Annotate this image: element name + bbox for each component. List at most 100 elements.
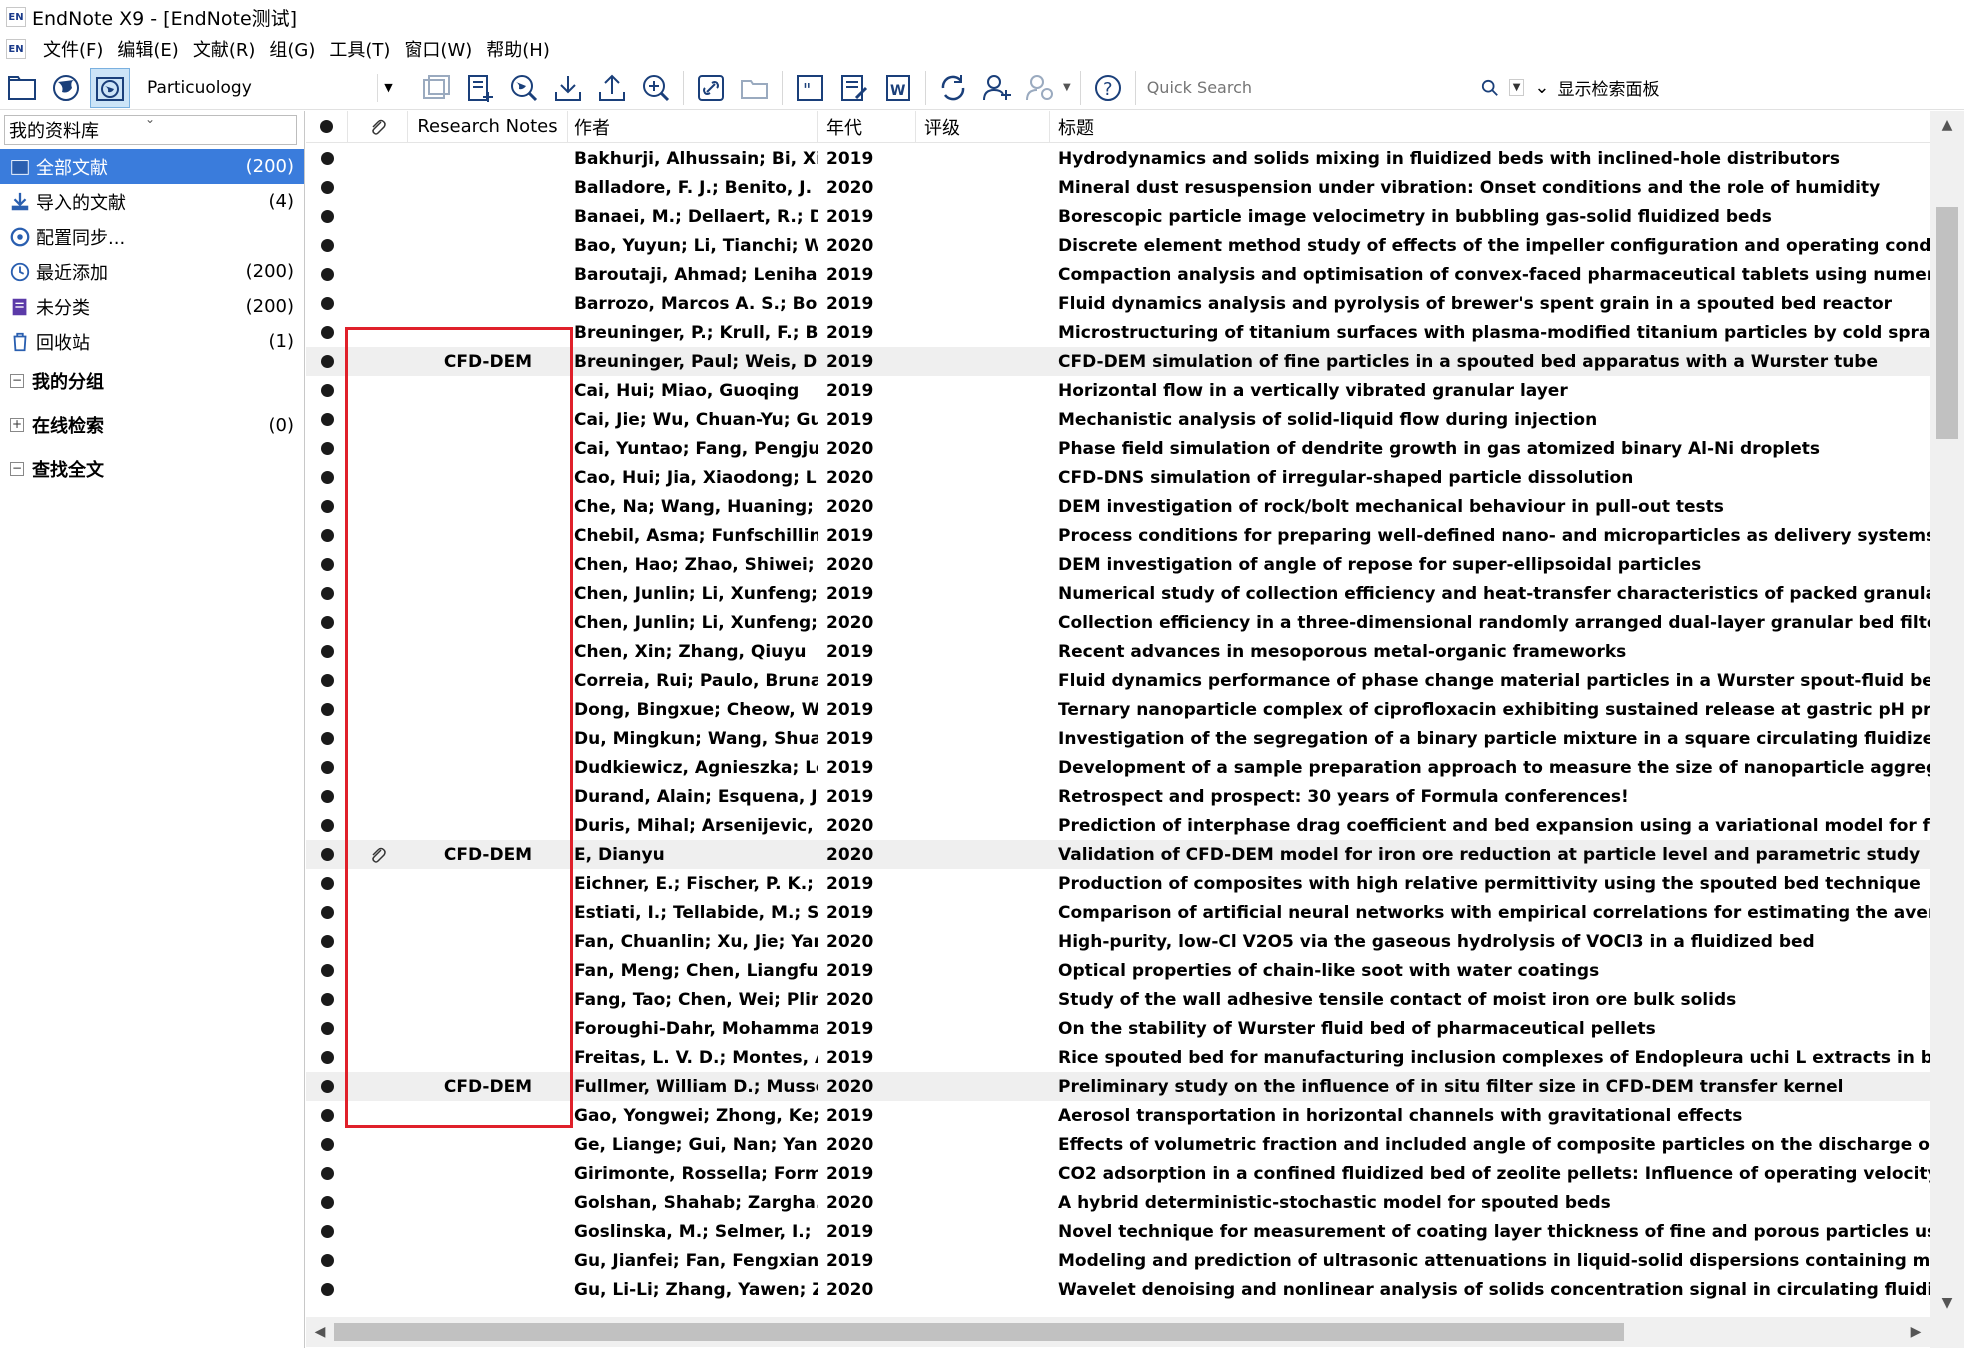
menu-edit[interactable]: 编辑(E) [110, 36, 185, 62]
reference-row[interactable]: Banaei, M.; Dellaert, R.; D... 2019 Boresc… [306, 202, 1936, 231]
new-reference-button[interactable] [460, 68, 500, 108]
expand-icon[interactable]: + [10, 418, 24, 432]
reference-row[interactable]: Du, Mingkun; Wang, Shuai 2019 Investigatio… [306, 724, 1936, 753]
reference-row[interactable]: Correia, Rui; Paulo, Bruna ... 2019 Fluid … [306, 666, 1936, 695]
read-status-cell[interactable] [306, 1225, 348, 1238]
attachment-cell[interactable] [348, 845, 408, 865]
group-trash[interactable]: 回收站 (1) [0, 324, 304, 359]
read-status-cell[interactable] [306, 674, 348, 687]
read-status-cell[interactable] [306, 964, 348, 977]
read-status-cell[interactable] [306, 500, 348, 513]
reference-row[interactable]: Fan, Meng; Chen, Liangfu; ... 2019 Optical… [306, 956, 1936, 985]
author-column-header[interactable]: 作者 [568, 110, 818, 143]
my-groups-section[interactable]: − 我的分组 [0, 359, 304, 403]
group-recently-added[interactable]: 最近添加 (200) [0, 254, 304, 289]
menu-references[interactable]: 文献(R) [186, 36, 263, 62]
sync-button[interactable] [933, 68, 973, 108]
reference-row[interactable]: Freitas, L. V. D.; Montes, A.... 2019 Rice… [306, 1043, 1936, 1072]
group-all-references[interactable]: 全部文献 (200) [0, 149, 304, 184]
vertical-scroll-thumb[interactable] [1936, 207, 1958, 439]
group-imported-references[interactable]: 导入的文献 (4) [0, 184, 304, 219]
reference-row[interactable]: Fang, Tao; Chen, Wei; Plin... 2020 Study o… [306, 985, 1936, 1014]
reference-row[interactable]: Ge, Liange; Gui, Nan; Yang... 2020 Effects… [306, 1130, 1936, 1159]
import-button[interactable] [548, 68, 588, 108]
insert-citation-button[interactable]: " [790, 68, 830, 108]
read-status-cell[interactable] [306, 1196, 348, 1209]
reference-row[interactable]: Cai, Jie; Wu, Chuan-Yu; Gu... 2019 Mechani… [306, 405, 1936, 434]
copy-to-library-button[interactable] [416, 68, 456, 108]
open-file-button[interactable] [735, 68, 775, 108]
quick-search-input[interactable] [1140, 71, 1361, 104]
menu-help[interactable]: 帮助(H) [479, 36, 557, 62]
reference-row[interactable]: Bakhurji, Alhussain; Bi, Xi... 2019 Hydrod… [306, 144, 1936, 173]
read-status-cell[interactable] [306, 790, 348, 803]
group-unfiled[interactable]: 未分类 (200) [0, 289, 304, 324]
reference-row[interactable]: Gu, Jianfei; Fan, Fengxian;... 2019 Modeli… [306, 1246, 1936, 1275]
user-options-dropdown-icon[interactable]: ▼ [1063, 82, 1071, 93]
read-status-cell[interactable] [306, 819, 348, 832]
rating-column-header[interactable]: 评级 [916, 110, 1050, 143]
read-status-cell[interactable] [306, 471, 348, 484]
reference-row[interactable]: Girimonte, Rossella; Formi... 2019 CO2 ads… [306, 1159, 1936, 1188]
reference-row[interactable]: Golshan, Shahab; Zargha... 2020 A hybrid d… [306, 1188, 1936, 1217]
read-status-cell[interactable] [306, 616, 348, 629]
scroll-left-arrow-icon[interactable]: ◀ [306, 1317, 334, 1347]
read-status-cell[interactable] [306, 1080, 348, 1093]
online-search-mode-button[interactable] [46, 68, 86, 108]
show-search-panel-button[interactable]: ⌄ 显示检索面板 [1534, 75, 1659, 100]
read-status-cell[interactable] [306, 993, 348, 1006]
collapse-icon[interactable]: − [10, 462, 24, 476]
scroll-down-arrow-icon[interactable]: ▼ [1930, 1289, 1964, 1317]
reference-row[interactable]: CFD-DEM Breuninger, Paul; Weis, D... 2019 C… [306, 347, 1936, 376]
reference-row[interactable]: Duris, Mihal; Arsenijevic, ... 2020 Predic… [306, 811, 1936, 840]
read-status-cell[interactable] [306, 1138, 348, 1151]
read-status-cell[interactable] [306, 587, 348, 600]
read-status-cell[interactable] [306, 558, 348, 571]
menu-tools[interactable]: 工具(T) [322, 36, 397, 62]
reference-row[interactable]: Eichner, E.; Fischer, P. K.; H... 2019 Pro… [306, 869, 1936, 898]
online-search-button[interactable] [504, 68, 544, 108]
research-notes-column-header[interactable]: Research Notes [408, 110, 568, 143]
find-full-text-section[interactable]: − 查找全文 [0, 447, 304, 491]
read-status-cell[interactable] [306, 906, 348, 919]
reference-row[interactable]: Che, Na; Wang, Huaning; ... 2020 DEM inves… [306, 492, 1936, 521]
read-status-cell[interactable] [306, 152, 348, 165]
reference-row[interactable]: Chen, Xin; Zhang, Qiuyu 2019 Recent advanc… [306, 637, 1936, 666]
reference-row[interactable]: Goslinska, M.; Selmer, I.; K... 2019 Novel… [306, 1217, 1936, 1246]
read-status-cell[interactable] [306, 732, 348, 745]
endnote-document-icon[interactable]: EN [6, 39, 26, 59]
read-status-cell[interactable] [306, 297, 348, 310]
search-options-dropdown-icon[interactable]: ▼ [1508, 79, 1525, 96]
read-status-column-header[interactable] [306, 110, 348, 143]
reference-row[interactable]: Durand, Alain; Esquena, J.... 2019 Retrosp… [306, 782, 1936, 811]
read-status-cell[interactable] [306, 877, 348, 890]
reference-row[interactable]: Gao, Yongwei; Zhong, Ke; ... 2019 Aerosol … [306, 1101, 1936, 1130]
read-status-cell[interactable] [306, 442, 348, 455]
read-status-cell[interactable] [306, 1254, 348, 1267]
read-status-cell[interactable] [306, 848, 348, 861]
reference-row[interactable]: Barrozo, Marcos A. S.; Bor... 2019 Fluid d… [306, 289, 1936, 318]
reference-row[interactable]: Dong, Bingxue; Cheow, W... 2019 Ternary na… [306, 695, 1936, 724]
read-status-cell[interactable] [306, 413, 348, 426]
find-full-text-button[interactable] [636, 68, 676, 108]
read-status-cell[interactable] [306, 1283, 348, 1296]
horizontal-scrollbar[interactable]: ◀ ▶ [306, 1317, 1930, 1347]
return-to-word-button[interactable]: W [878, 68, 918, 108]
local-library-mode-button[interactable] [2, 68, 42, 108]
read-status-cell[interactable] [306, 529, 348, 542]
collapse-icon[interactable]: − [10, 374, 24, 388]
search-icon[interactable] [1481, 79, 1499, 97]
reference-row[interactable]: Bao, Yuyun; Li, Tianchi; W... 2020 Discret… [306, 231, 1936, 260]
read-status-cell[interactable] [306, 703, 348, 716]
menu-groups[interactable]: 组(G) [262, 36, 322, 62]
read-status-cell[interactable] [306, 1051, 348, 1064]
horizontal-scroll-thumb[interactable] [334, 1323, 1624, 1341]
read-status-cell[interactable] [306, 239, 348, 252]
reference-row[interactable]: Fan, Chuanlin; Xu, Jie; Yan... 2020 High-p… [306, 927, 1936, 956]
integrated-library-mode-button[interactable] [90, 67, 130, 108]
collapse-chevron-icon[interactable]: ⌄ [145, 112, 155, 126]
online-search-section[interactable]: + 在线检索 (0) [0, 403, 304, 447]
read-status-cell[interactable] [306, 384, 348, 397]
read-status-cell[interactable] [306, 935, 348, 948]
reference-row[interactable]: CFD-DEM Fullmer, William D.; Musse... 2020… [306, 1072, 1936, 1101]
